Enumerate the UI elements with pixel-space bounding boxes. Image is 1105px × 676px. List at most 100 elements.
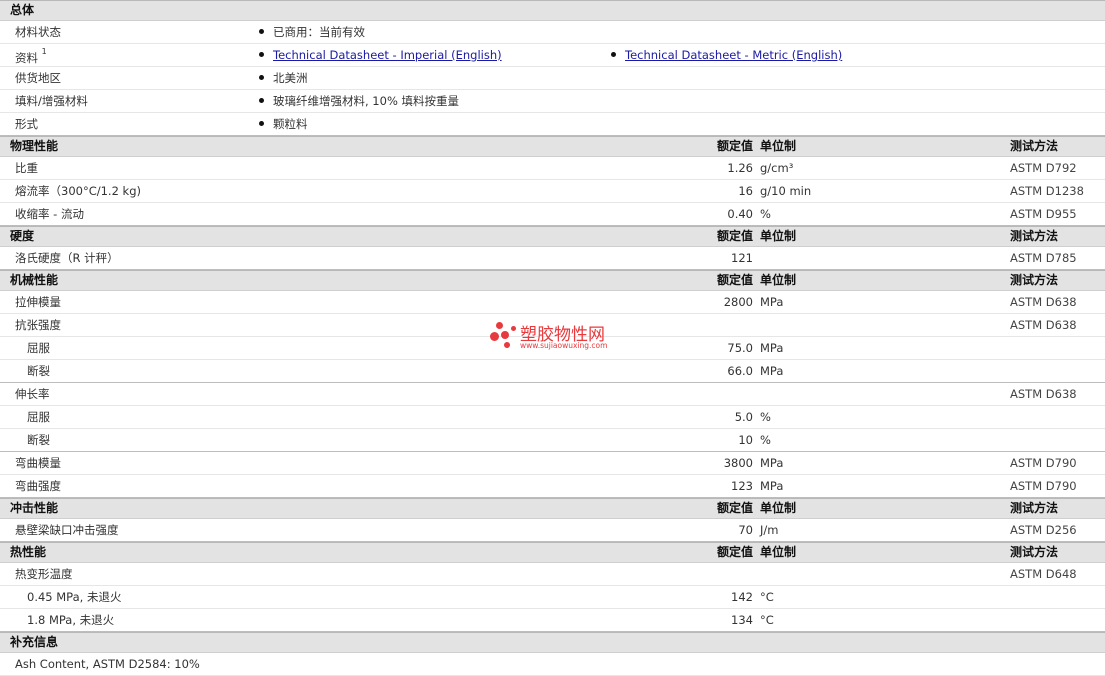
row-label-text: 填料/增强材料 <box>15 94 88 108</box>
column-header-test: 测试方法 <box>1010 273 1059 287</box>
property-row: 比重 1.26 g/cm³ ASTM D792 <box>0 157 1105 180</box>
column-header-unit: 单位制 <box>760 501 797 515</box>
section-header-physical: 物理性能 额定值 单位制 测试方法 <box>0 136 1105 157</box>
row-label: 材料状态 <box>15 21 61 43</box>
property-label: 抗张强度 <box>15 318 61 332</box>
section-header-general: 总体 <box>0 0 1105 21</box>
column-header-test: 测试方法 <box>1010 139 1059 153</box>
property-value: 0.40 <box>727 207 753 221</box>
section-header-thermal: 热性能 额定值 单位制 测试方法 <box>0 542 1105 563</box>
property-value: 1.26 <box>727 161 753 175</box>
column-header-value: 额定值 <box>716 273 753 287</box>
property-unit: % <box>760 433 771 447</box>
bullet-text: 已商用：当前有效 <box>273 25 365 39</box>
general-row: 供货地区 北美洲 <box>0 67 1105 90</box>
property-label: 弯曲模量 <box>15 456 61 470</box>
property-row: 弯曲模量 3800 MPa ASTM D790 <box>0 452 1105 475</box>
property-row: 热变形温度 ASTM D648 <box>0 563 1105 586</box>
general-row: 资料 1 Technical Datasheet - Imperial (Engl… <box>0 44 1105 67</box>
general-row: 形式 颗粒料 <box>0 113 1105 136</box>
property-row: 伸长率 ASTM D638 <box>0 383 1105 406</box>
row-label-text: 形式 <box>15 117 38 131</box>
row-label: 供货地区 <box>15 67 61 89</box>
property-test-method: ASTM D638 <box>1010 318 1077 332</box>
bullet-item: 北美洲 <box>259 67 308 89</box>
property-label: 比重 <box>15 161 38 175</box>
property-unit: % <box>760 207 771 221</box>
column-header-unit: 单位制 <box>760 229 797 243</box>
property-test-method: ASTM D785 <box>1010 251 1077 265</box>
section-header-impact: 冲击性能 额定值 单位制 测试方法 <box>0 498 1105 519</box>
property-test-method: ASTM D955 <box>1010 207 1077 221</box>
property-unit: MPa <box>760 341 784 355</box>
column-header-value: 额定值 <box>716 229 753 243</box>
bullet-text: 颗粒料 <box>273 117 308 131</box>
property-test-method: ASTM D256 <box>1010 523 1077 537</box>
datasheet-link-imperial[interactable]: Technical Datasheet - Imperial (English) <box>273 48 502 62</box>
property-unit: g/cm³ <box>760 161 794 175</box>
general-row: 填料/增强材料 玻璃纤维增强材料, 10% 填料按重量 <box>0 90 1105 113</box>
column-header-unit: 单位制 <box>760 139 797 153</box>
property-label: 热变形温度 <box>15 567 73 581</box>
row-label: 资料 1 <box>15 44 47 69</box>
bullet-dot <box>259 75 264 80</box>
property-value: 16 <box>738 184 753 198</box>
property-row: 熔流率（300°C/1.2 kg) 16 g/10 min ASTM D1238 <box>0 180 1105 203</box>
property-label: 洛氏硬度（R 计秤） <box>15 251 119 265</box>
property-label: 0.45 MPa, 未退火 <box>27 590 122 604</box>
property-unit: MPa <box>760 364 784 378</box>
property-row: 弯曲强度 123 MPa ASTM D790 <box>0 475 1105 498</box>
property-row: 断裂 10% <box>0 429 1105 452</box>
property-test-method: ASTM D638 <box>1010 387 1077 401</box>
supplemental-row: Ash Content, ASTM D2584: 10% <box>0 653 1105 676</box>
bullet-dot <box>259 98 264 103</box>
property-value: 10 <box>738 433 753 447</box>
bullet-text: 北美洲 <box>273 71 308 85</box>
property-row: 0.45 MPa, 未退火 142 °C <box>0 586 1105 609</box>
column-header-test: 测试方法 <box>1010 545 1059 559</box>
section-title: 硬度 <box>10 229 35 243</box>
property-label: 断裂 <box>27 364 50 378</box>
property-row: 悬壁梁缺口冲击强度 70 J/m ASTM D256 <box>0 519 1105 542</box>
bullet-dot <box>611 52 616 57</box>
section-header-mechanical: 机械性能 额定值 单位制 测试方法 <box>0 270 1105 291</box>
column-header-value: 额定值 <box>716 501 753 515</box>
watermark-logo: 塑胶物性网 www.sujiaowuxing.com <box>490 320 630 354</box>
property-row: 屈服 5.0% <box>0 406 1105 429</box>
property-value: 5.0 <box>734 410 753 424</box>
column-header-unit: 单位制 <box>760 273 797 287</box>
property-row: 拉伸模量 2800 MPa ASTM D638 <box>0 291 1105 314</box>
bullet-dot <box>259 29 264 34</box>
property-test-method: ASTM D790 <box>1010 479 1077 493</box>
column-header-unit: 单位制 <box>760 545 797 559</box>
property-label: 悬壁梁缺口冲击强度 <box>15 523 119 537</box>
bullet-item: Technical Datasheet - Imperial (English) <box>259 44 502 66</box>
bullet-dot <box>259 121 264 126</box>
bullet-item: 已商用：当前有效 <box>259 21 365 43</box>
property-unit: °C <box>760 613 774 627</box>
row-label-text: 供货地区 <box>15 71 61 85</box>
bullet-item: 玻璃纤维增强材料, 10% 填料按重量 <box>259 90 459 112</box>
row-label-text: 材料状态 <box>15 25 61 39</box>
property-test-method: ASTM D638 <box>1010 295 1077 309</box>
property-value: 121 <box>731 251 753 265</box>
bullet-item: Technical Datasheet - Metric (English) <box>611 44 842 66</box>
section-title: 总体 <box>10 3 35 17</box>
section-header-supplemental: 补充信息 <box>0 632 1105 653</box>
property-unit: MPa <box>760 479 784 493</box>
property-label: 断裂 <box>27 433 50 447</box>
section-title: 机械性能 <box>10 273 59 287</box>
bullet-text: 玻璃纤维增强材料, 10% 填料按重量 <box>273 94 460 108</box>
column-header-value: 额定值 <box>716 139 753 153</box>
property-value: 70 <box>738 523 753 537</box>
section-header-hardness: 硬度 额定值 单位制 测试方法 <box>0 226 1105 247</box>
datasheet-link-metric[interactable]: Technical Datasheet - Metric (English) <box>625 48 842 62</box>
property-row: 洛氏硬度（R 计秤） 121 ASTM D785 <box>0 247 1105 270</box>
section-title: 冲击性能 <box>10 501 59 515</box>
property-test-method: ASTM D1238 <box>1010 184 1084 198</box>
property-unit: MPa <box>760 456 784 470</box>
property-test-method: ASTM D790 <box>1010 456 1077 470</box>
column-header-test: 测试方法 <box>1010 501 1059 515</box>
property-value: 123 <box>731 479 753 493</box>
column-header-test: 测试方法 <box>1010 229 1059 243</box>
